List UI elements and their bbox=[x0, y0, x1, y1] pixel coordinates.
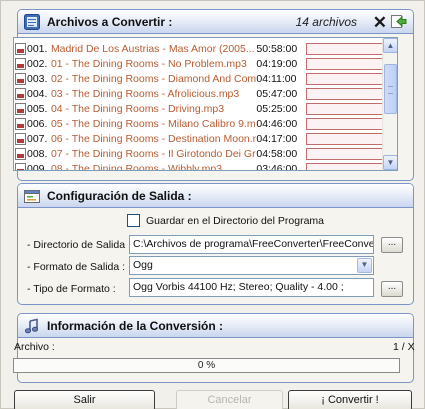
file-progress-bar bbox=[306, 117, 384, 130]
audio-file-icon bbox=[15, 102, 26, 115]
file-progress-bar bbox=[306, 147, 384, 160]
file-index: 002. bbox=[27, 57, 48, 70]
file-duration: 04:11:00 bbox=[256, 72, 297, 85]
file-name: 08 - The Dining Rooms - Wibbly.mp3 bbox=[50, 162, 223, 171]
file-index: 007. bbox=[27, 132, 48, 145]
cancel-button[interactable]: Cancelar bbox=[176, 390, 283, 409]
file-index: 003. bbox=[27, 72, 48, 85]
app-window: Archivos a Convertir : 14 archivos ✕ 001… bbox=[0, 0, 425, 409]
output-dir-label: - Directorio de Salida : bbox=[27, 239, 131, 251]
files-panel-header: Archivos a Convertir : 14 archivos ✕ bbox=[18, 10, 413, 34]
info-panel-title: Información de la Conversión : bbox=[47, 318, 224, 333]
file-row[interactable]: 003. 02 - The Dining Rooms - Diamond And … bbox=[14, 71, 384, 86]
conversion-progress-bar: 0 % bbox=[13, 358, 400, 373]
scroll-thumb[interactable] bbox=[384, 64, 397, 114]
audio-file-icon bbox=[15, 57, 26, 70]
file-name: 07 - The Dining Rooms - Il Girotondo Dei… bbox=[50, 147, 257, 160]
file-row[interactable]: 007. 06 - The Dining Rooms - Destination … bbox=[14, 131, 384, 146]
current-file-label: Archivo : bbox=[14, 341, 55, 353]
file-name: 03 - The Dining Rooms - Afrolicious.mp3 bbox=[50, 87, 240, 100]
output-dir-field[interactable]: C:\Archivos de programa\FreeConverter\Fr… bbox=[129, 235, 374, 254]
file-row[interactable]: 002. 01 - The Dining Rooms - No Problem.m… bbox=[14, 56, 384, 71]
file-progress-bar bbox=[306, 42, 384, 55]
music-note-icon bbox=[24, 318, 40, 334]
config-panel-title: Configuración de Salida : bbox=[47, 188, 192, 203]
file-progress-bar bbox=[306, 72, 384, 85]
info-panel-header: Información de la Conversión : bbox=[18, 314, 413, 338]
file-duration: 04:58:00 bbox=[256, 147, 298, 160]
file-duration: 04:46:00 bbox=[256, 117, 298, 130]
audio-file-icon bbox=[15, 132, 26, 145]
file-row[interactable]: 005. 04 - The Dining Rooms - Driving.mp3 0… bbox=[14, 101, 384, 116]
file-progress-bar bbox=[306, 57, 384, 70]
file-index: 001. bbox=[27, 42, 48, 55]
output-format-select[interactable]: Ogg ▼ bbox=[129, 256, 374, 275]
file-row[interactable]: 008. 07 - The Dining Rooms - Il Girotondo… bbox=[14, 146, 384, 161]
file-duration: 05:47:00 bbox=[256, 87, 298, 100]
file-index: 006. bbox=[27, 117, 48, 130]
file-list-icon bbox=[24, 13, 40, 30]
conversion-progress-text: 0 % bbox=[197, 360, 216, 371]
scroll-down-icon[interactable]: ▼ bbox=[383, 155, 397, 170]
file-row[interactable]: 004. 03 - The Dining Rooms - Afrolicious.… bbox=[14, 86, 384, 101]
audio-file-icon bbox=[15, 147, 26, 160]
audio-file-icon bbox=[15, 42, 26, 55]
close-icon[interactable]: ✕ bbox=[373, 14, 387, 31]
add-files-icon[interactable] bbox=[391, 14, 407, 32]
file-counter: 1 / X bbox=[393, 341, 415, 353]
format-type-field[interactable]: Ogg Vorbis 44100 Hz; Stereo; Quality - 4… bbox=[129, 278, 374, 297]
file-index: 008. bbox=[27, 147, 48, 160]
files-header-buttons: ✕ bbox=[373, 14, 407, 32]
convert-button[interactable]: ¡ Convertir ! bbox=[288, 390, 412, 409]
file-row[interactable]: 001. Madrid De Los Austrias - Mas Amor (2… bbox=[14, 41, 384, 56]
file-name: 04 - The Dining Rooms - Driving.mp3 bbox=[50, 102, 225, 115]
config-panel-header: Configuración de Salida : bbox=[18, 184, 413, 208]
files-panel-title: Archivos a Convertir : bbox=[47, 14, 173, 29]
browse-dir-button[interactable]: ... bbox=[381, 237, 403, 253]
audio-file-icon bbox=[15, 162, 26, 170]
audio-file-icon bbox=[15, 87, 26, 100]
audio-file-icon bbox=[15, 72, 26, 85]
file-progress-bar bbox=[306, 132, 384, 145]
file-progress-bar bbox=[306, 162, 384, 170]
format-options-button[interactable]: ... bbox=[381, 281, 403, 297]
file-progress-bar bbox=[306, 102, 384, 115]
files-count: 14 archivos bbox=[295, 14, 357, 29]
file-row[interactable]: 009. 08 - The Dining Rooms - Wibbly.mp3 03… bbox=[14, 161, 384, 171]
file-name: Madrid De Los Austrias - Mas Amor (2005.… bbox=[50, 42, 255, 55]
file-index: 005. bbox=[27, 102, 48, 115]
file-duration: 04:17:00 bbox=[256, 132, 298, 145]
file-index: 004. bbox=[27, 87, 48, 100]
file-name: 05 - The Dining Rooms - Milano Calibro 9… bbox=[50, 117, 257, 130]
save-in-program-dir-checkbox[interactable] bbox=[127, 214, 140, 227]
settings-icon bbox=[24, 188, 40, 204]
exit-button[interactable]: Salir bbox=[14, 390, 155, 409]
file-index: 009. bbox=[27, 162, 48, 171]
output-format-value: Ogg bbox=[133, 259, 153, 271]
format-type-label: - Tipo de Formato : bbox=[27, 283, 116, 295]
audio-file-icon bbox=[15, 117, 26, 130]
file-name: 02 - The Dining Rooms - Diamond And Comf… bbox=[50, 72, 257, 85]
file-list[interactable]: 001. Madrid De Los Austrias - Mas Amor (2… bbox=[13, 37, 398, 171]
file-duration: 50:58:00 bbox=[256, 42, 298, 55]
file-duration: 05:25:00 bbox=[256, 102, 298, 115]
file-name: 01 - The Dining Rooms - No Problem.mp3 bbox=[50, 57, 247, 70]
output-format-label: - Formato de Salida : bbox=[27, 261, 126, 273]
chevron-down-icon[interactable]: ▼ bbox=[357, 258, 372, 273]
file-progress-bar bbox=[306, 87, 384, 100]
file-list-scrollbar[interactable]: ▲ ▼ bbox=[382, 38, 397, 170]
save-in-program-dir-row[interactable]: Guardar en el Directorio del Programa bbox=[127, 214, 324, 227]
file-name: 06 - The Dining Rooms - Destination Moon… bbox=[50, 132, 257, 145]
scroll-up-icon[interactable]: ▲ bbox=[383, 38, 397, 53]
save-in-program-dir-label: Guardar en el Directorio del Programa bbox=[146, 214, 324, 227]
file-row[interactable]: 006. 05 - The Dining Rooms - Milano Calib… bbox=[14, 116, 384, 131]
file-duration: 04:19:00 bbox=[256, 57, 298, 70]
file-duration: 03:46:00 bbox=[256, 162, 298, 171]
